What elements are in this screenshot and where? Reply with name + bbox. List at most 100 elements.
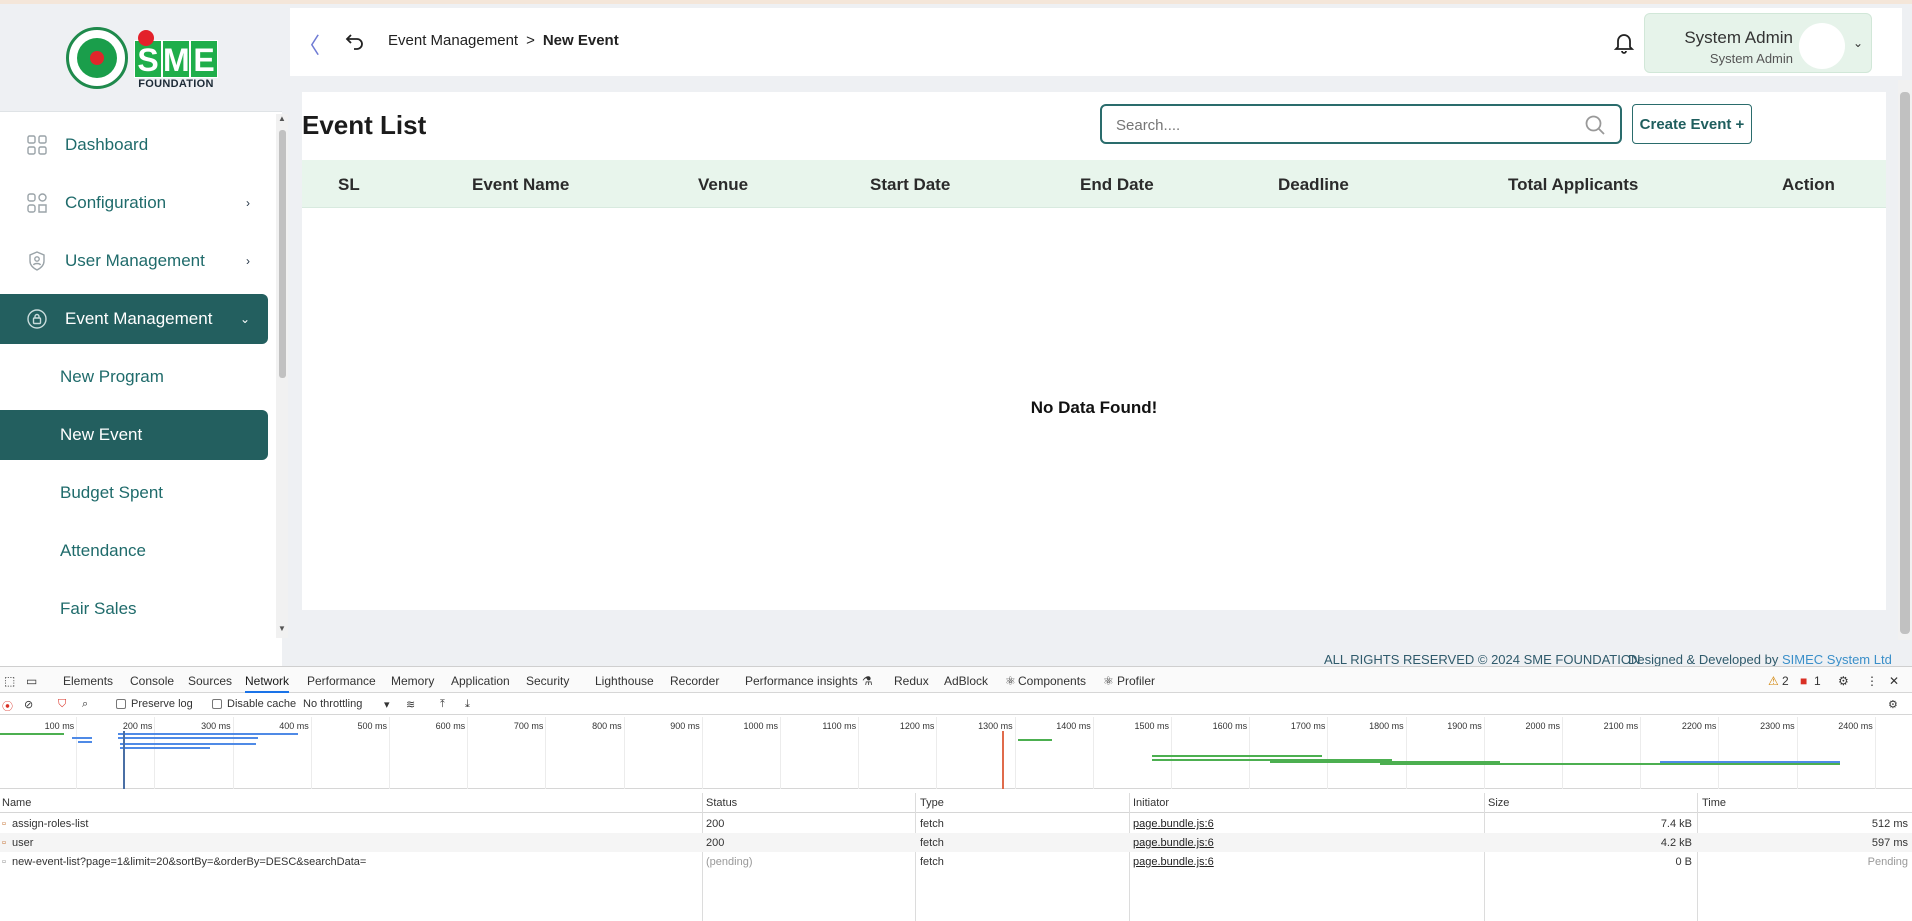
request-name[interactable]: user <box>12 837 33 849</box>
tab-adblock[interactable]: AdBlock <box>944 674 988 688</box>
sidebar-item-configuration[interactable]: Configuration › <box>0 178 268 228</box>
search-icon[interactable] <box>1584 114 1606 136</box>
sidebar-item-label: User Management <box>65 251 205 270</box>
disable-cache-checkbox[interactable] <box>212 699 222 709</box>
avatar[interactable] <box>1799 23 1845 69</box>
network-timeline-overview[interactable]: 100 ms 200 ms 300 ms 400 ms 500 ms 600 ms 700 … <box>0 717 1912 789</box>
tab-elements[interactable]: Elements <box>63 674 113 688</box>
breadcrumb-separator-icon: > <box>526 32 535 49</box>
request-type: fetch <box>920 856 944 868</box>
sidebar-subitem-new-event[interactable]: New Event <box>0 410 268 460</box>
clear-icon[interactable]: ⊘ <box>24 698 33 711</box>
request-time: 512 ms <box>1871 818 1908 830</box>
sme-foundation-logo[interactable]: S M E FOUNDATION <box>134 30 218 90</box>
timeline-tick-line <box>701 717 703 789</box>
request-name[interactable]: new-event-list?page=1&limit=20&sortBy=&o… <box>12 856 366 868</box>
network-table-header: Name Status Type Initiator Size Time <box>0 793 1912 813</box>
column-header-initiator[interactable]: Initiator <box>1133 797 1169 809</box>
network-settings-gear-icon[interactable]: ⚙ <box>1888 698 1898 711</box>
export-har-icon[interactable]: ⤓ <box>465 698 470 711</box>
back-arrow-icon[interactable] <box>344 30 366 52</box>
error-icon[interactable]: ■ <box>1800 674 1807 688</box>
timeline-cursor[interactable] <box>123 731 125 789</box>
footer-developer-link[interactable]: SIMEC System Ltd <box>1782 652 1892 667</box>
device-toggle-icon[interactable]: ▭ <box>26 674 37 688</box>
tab-memory[interactable]: Memory <box>391 674 434 688</box>
logo-letter-m: M <box>162 40 190 78</box>
timeline-tick-label: 2300 ms <box>1760 721 1795 731</box>
column-header-size[interactable]: Size <box>1488 797 1509 809</box>
create-event-button[interactable]: Create Event + <box>1632 104 1752 144</box>
import-har-icon[interactable]: ⤒ <box>440 698 445 711</box>
sidebar-scrollbar-thumb[interactable] <box>279 130 286 378</box>
column-header-time[interactable]: Time <box>1702 797 1726 809</box>
request-initiator-link[interactable]: page.bundle.js:6 <box>1133 856 1214 868</box>
notification-bell-icon[interactable] <box>1612 30 1636 54</box>
network-row[interactable]: ▫ new-event-list?page=1&limit=20&sortBy=… <box>0 852 1912 871</box>
tab-redux[interactable]: Redux <box>894 674 929 688</box>
request-initiator-link[interactable]: page.bundle.js:6 <box>1133 837 1214 849</box>
tab-console[interactable]: Console <box>130 674 174 688</box>
scroll-up-arrow-icon[interactable]: ▲ <box>278 114 286 123</box>
sidebar-item-dashboard[interactable]: Dashboard <box>0 120 268 170</box>
search-box[interactable] <box>1100 104 1622 144</box>
close-icon[interactable]: ✕ <box>1889 674 1899 688</box>
timeline-request-bar <box>1380 763 1840 765</box>
preserve-log-checkbox[interactable] <box>116 699 126 709</box>
column-header-status[interactable]: Status <box>706 797 737 809</box>
gear-icon[interactable]: ⚙ <box>1838 674 1849 688</box>
tab-components[interactable]: Components <box>1018 674 1086 688</box>
sidebar-menu: Dashboard Configuration › User Managemen… <box>0 120 268 642</box>
sidebar-subitem-fair-sales[interactable]: Fair Sales <box>0 584 268 634</box>
warning-icon[interactable]: ⚠ <box>1768 674 1779 688</box>
timeline-tick-label: 1100 ms <box>822 721 857 731</box>
warning-count[interactable]: 2 <box>1782 674 1789 688</box>
request-initiator-link[interactable]: page.bundle.js:6 <box>1133 818 1214 830</box>
tab-performance-insights[interactable]: Performance insights <box>745 674 858 688</box>
inspect-element-icon[interactable]: ⬚ <box>4 674 15 688</box>
filter-icon[interactable]: ⛉ <box>58 698 66 711</box>
breadcrumb-parent[interactable]: Event Management <box>388 32 518 49</box>
error-count[interactable]: 1 <box>1814 674 1821 688</box>
tab-sources[interactable]: Sources <box>188 674 232 688</box>
timeline-tick-label: 1700 ms <box>1290 721 1326 731</box>
fetch-icon: ▫ <box>2 837 6 849</box>
timeline-tick-line <box>76 717 78 789</box>
tab-lighthouse[interactable]: Lighthouse <box>595 674 654 688</box>
chevron-down-icon[interactable]: ▾ <box>384 698 390 711</box>
tab-recorder[interactable]: Recorder <box>670 674 719 688</box>
tab-security[interactable]: Security <box>526 674 569 688</box>
throttling-select[interactable]: No throttling <box>303 698 362 710</box>
search-icon[interactable]: ⌕ <box>82 698 88 711</box>
network-conditions-icon[interactable]: ≋ <box>406 698 415 711</box>
search-input[interactable] <box>1116 114 1556 136</box>
timeline-load-marker <box>1002 731 1004 789</box>
sidebar-subitem-budget-spent[interactable]: Budget Spent <box>0 468 268 518</box>
request-name[interactable]: assign-roles-list <box>12 818 88 830</box>
timeline-tick-label: 1900 ms <box>1447 721 1482 731</box>
tab-performance[interactable]: Performance <box>307 674 376 688</box>
column-header-event-name: Event Name <box>472 175 570 194</box>
timeline-tick-label: 2000 ms <box>1525 721 1560 731</box>
more-options-icon[interactable]: ⋮ <box>1866 674 1878 688</box>
sidebar-item-event-management[interactable]: Event Management ⌄ <box>0 294 268 344</box>
timeline-tick-label: 1400 ms <box>1056 721 1091 731</box>
tab-network[interactable]: Network <box>245 674 290 693</box>
column-header-type[interactable]: Type <box>920 797 944 809</box>
network-row[interactable]: ▫ user 200 fetch page.bundle.js:6 4.2 kB… <box>0 833 1912 852</box>
sidebar-subitem-attendance[interactable]: Attendance <box>0 526 268 576</box>
timeline-request-bar <box>1018 739 1052 741</box>
network-row[interactable]: ▫ assign-roles-list 200 fetch page.bundl… <box>0 814 1912 833</box>
record-icon[interactable]: ⦿ <box>2 698 13 714</box>
column-header-name[interactable]: Name <box>2 797 31 809</box>
chevron-down-icon[interactable]: ⌄ <box>1853 36 1863 50</box>
main-scrollbar-thumb[interactable] <box>1900 92 1910 634</box>
scroll-down-arrow-icon[interactable]: ▼ <box>278 624 286 633</box>
sidebar-subitem-new-program[interactable]: New Program <box>0 352 268 402</box>
user-profile-menu[interactable]: System Admin System Admin ⌄ <box>1644 13 1872 73</box>
sidebar-collapse-button[interactable]: 〈 <box>298 28 320 60</box>
tab-application[interactable]: Application <box>451 674 510 688</box>
tab-profiler[interactable]: Profiler <box>1117 674 1155 688</box>
timeline-tick-label: 2200 ms <box>1681 721 1717 731</box>
sidebar-item-user-management[interactable]: User Management › <box>0 236 268 286</box>
